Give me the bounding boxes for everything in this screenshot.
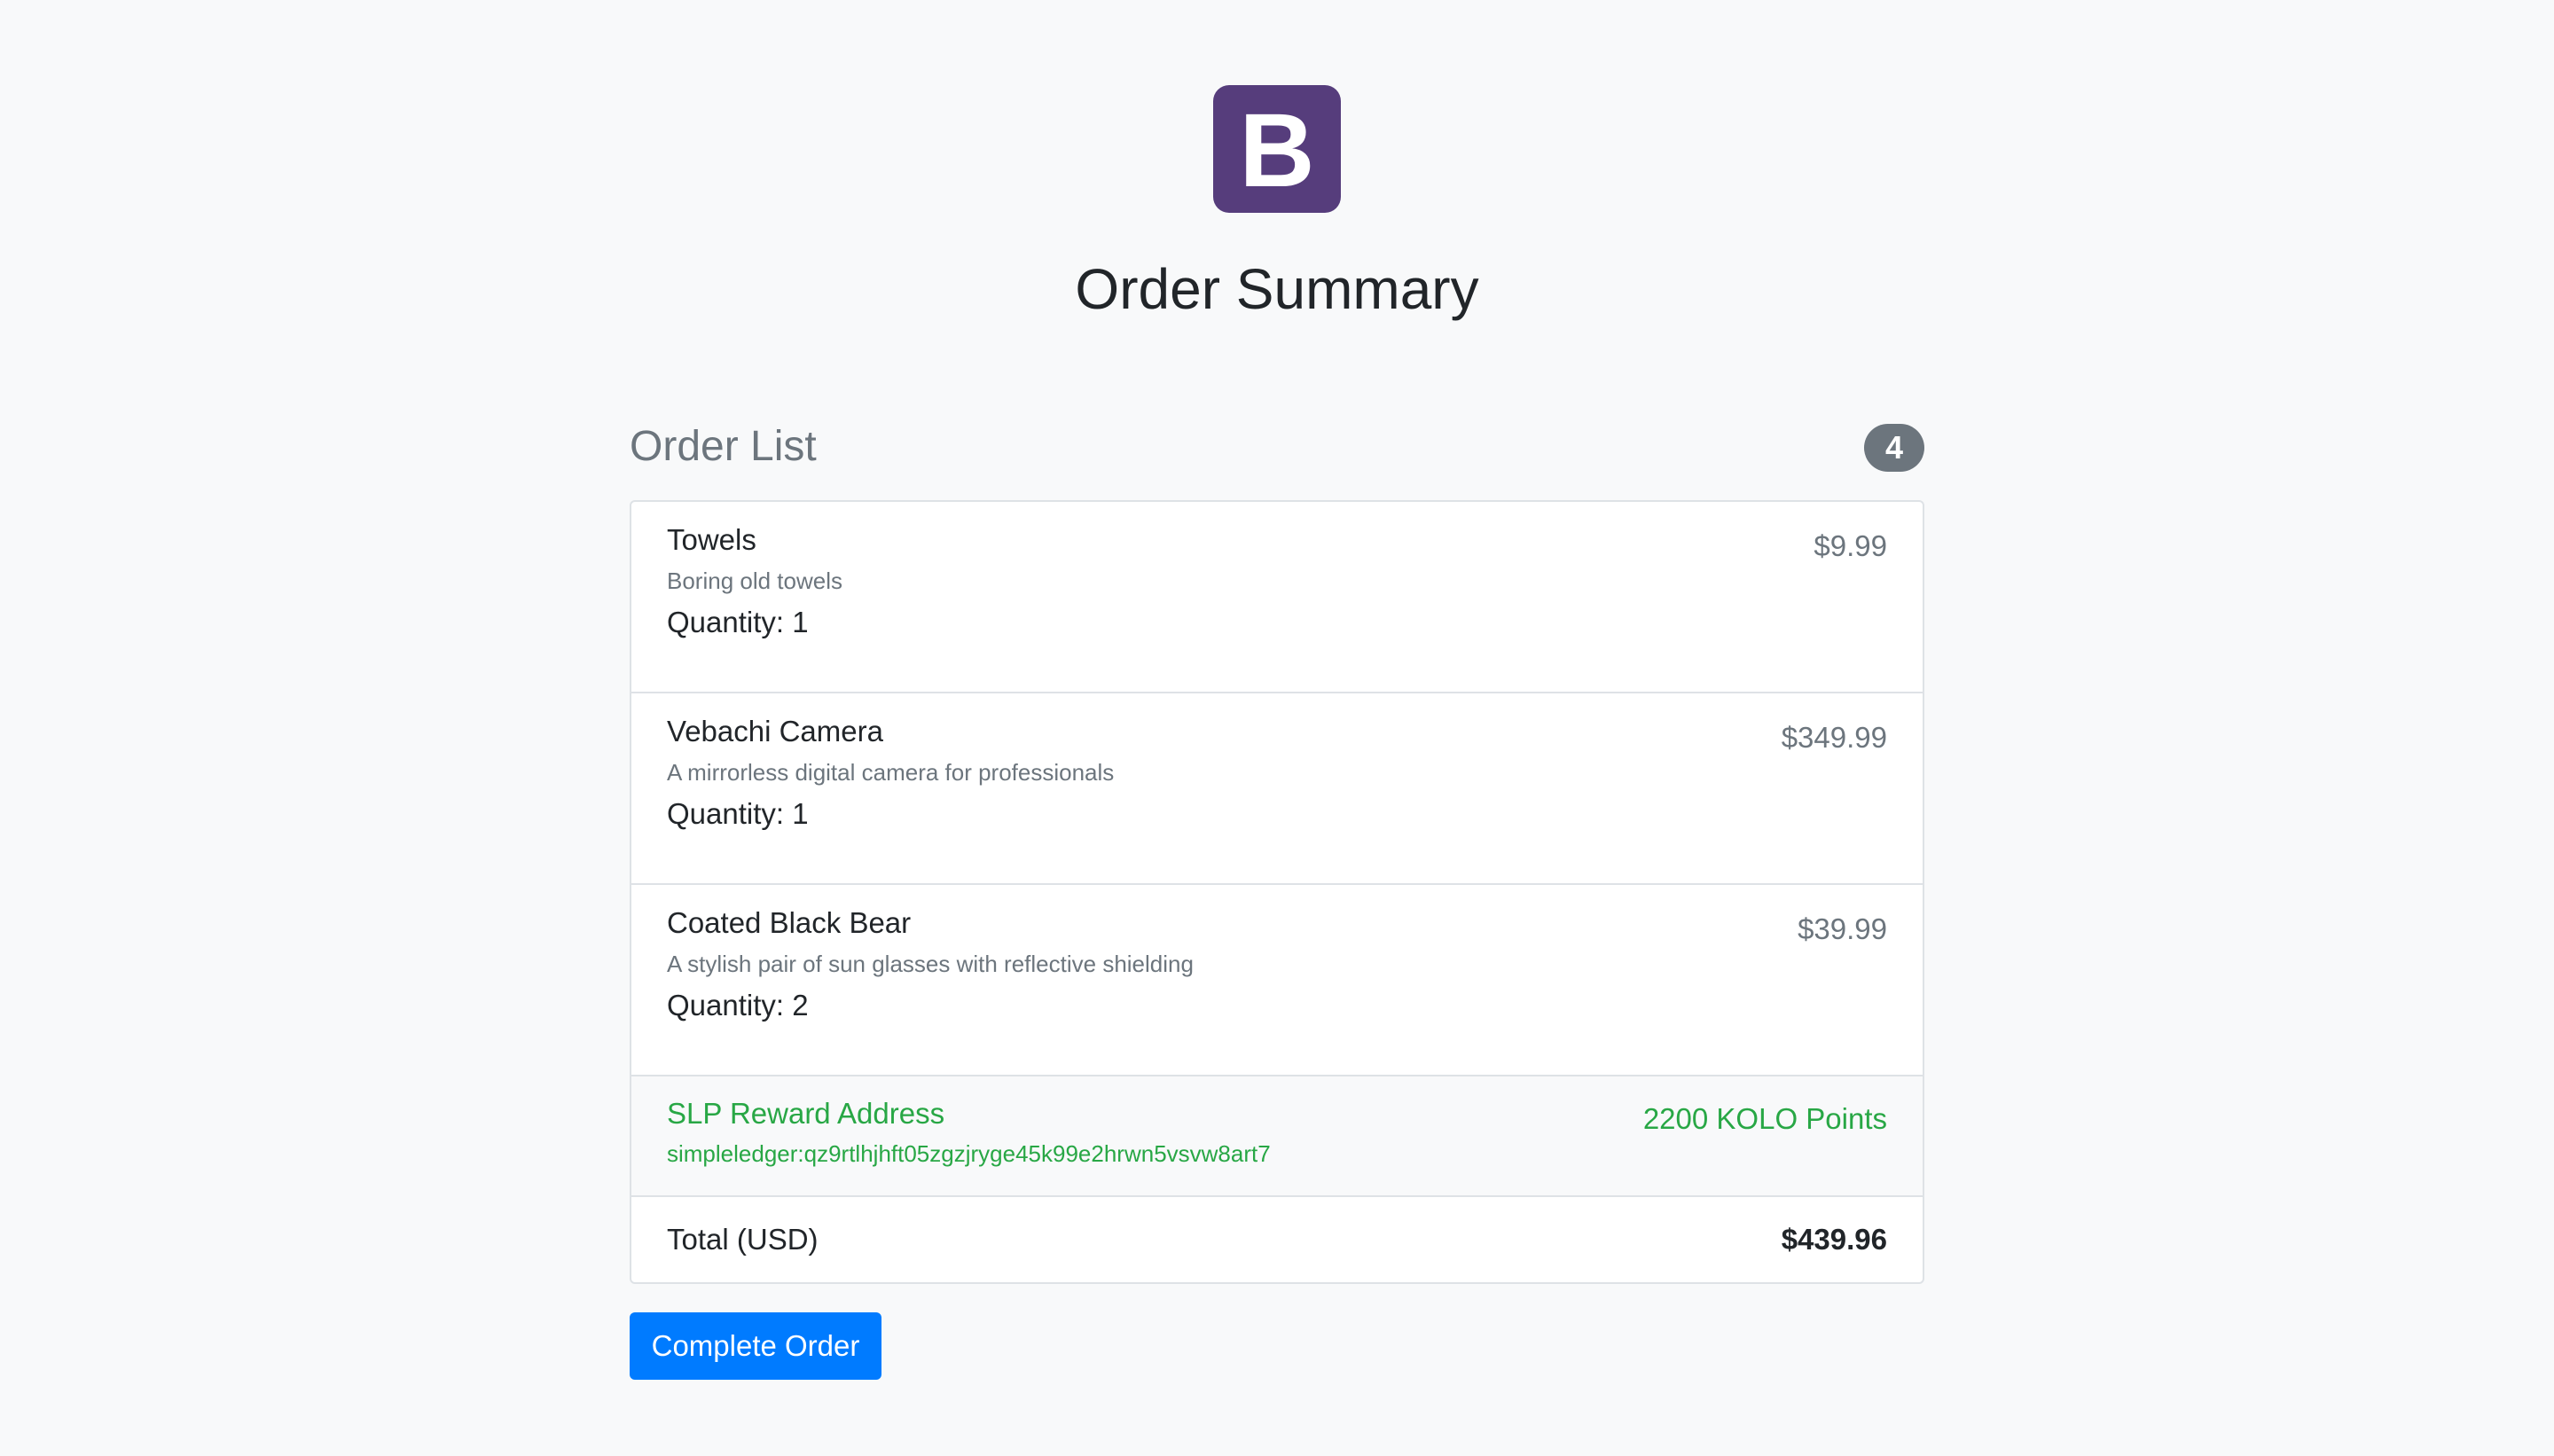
total-label: Total (USD) <box>667 1223 819 1256</box>
item-quantity: Quantity: 2 <box>667 989 809 1022</box>
reward-address-row: SLP Reward Address simpleledger:qz9rtlhj… <box>631 1076 1923 1197</box>
item-description: A stylish pair of sun glasses with refle… <box>667 951 1194 977</box>
reward-address: simpleledger:qz9rtlhjhft05zgzjryge45k99e… <box>667 1140 1271 1167</box>
total-value: $439.96 <box>1781 1223 1887 1256</box>
logo-letter: B <box>1239 92 1315 209</box>
item-quantity: Quantity: 1 <box>667 606 809 638</box>
item-price: $349.99 <box>1781 721 1887 754</box>
page-title: Order Summary <box>1075 257 1479 321</box>
item-price: $9.99 <box>1814 529 1887 562</box>
item-name: Towels <box>667 523 756 556</box>
complete-order-button[interactable]: Complete Order <box>630 1312 881 1380</box>
item-name: Vebachi Camera <box>667 715 883 748</box>
reward-title: SLP Reward Address <box>667 1097 945 1130</box>
item-quantity: Quantity: 1 <box>667 797 809 830</box>
item-name: Coated Black Bear <box>667 906 912 939</box>
item-count-badge: 4 <box>1864 424 1924 472</box>
bootstrap-logo-icon: B <box>1213 85 1341 213</box>
list-item: Coated Black Bear A stylish pair of sun … <box>631 885 1923 1076</box>
checkout-page: B Order Summary Order List 4 Towels Bori… <box>0 0 2554 1456</box>
order-list: Towels Boring old towels Quantity: 1 $9.… <box>630 500 1924 1284</box>
item-description: Boring old towels <box>667 568 842 594</box>
item-description: A mirrorless digital camera for professi… <box>667 759 1115 786</box>
list-item: Towels Boring old towels Quantity: 1 $9.… <box>631 502 1923 693</box>
reward-points: 2200 KOLO Points <box>1642 1102 1887 1135</box>
total-row: Total (USD) $439.96 <box>631 1197 1923 1282</box>
order-list-header: Order List 4 <box>630 419 1924 475</box>
list-item: Vebachi Camera A mirrorless digital came… <box>631 693 1923 885</box>
item-price: $39.99 <box>1798 912 1887 945</box>
order-list-title: Order List <box>630 423 817 470</box>
